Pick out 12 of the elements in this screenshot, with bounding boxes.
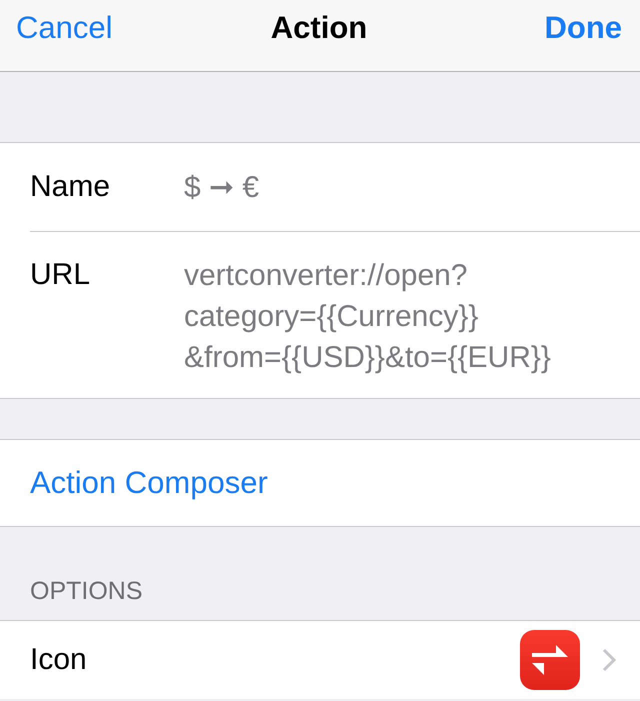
- cancel-button[interactable]: Cancel: [16, 10, 112, 46]
- option-label: Icon: [30, 643, 88, 677]
- field-label: Name: [30, 169, 112, 205]
- field-value[interactable]: vertconverter://open? category={{Currency}} &from={{USD}}&to={{EUR}}: [184, 255, 551, 378]
- section-header: OPTIONS: [29, 576, 144, 607]
- screen-title: Action: [270, 10, 368, 46]
- app-icon[interactable]: [520, 630, 580, 690]
- chevron-icon: [602, 648, 616, 672]
- field-value[interactable]: $ ➞ €: [184, 167, 260, 208]
- done-button[interactable]: Done: [544, 10, 622, 46]
- action-composer-link[interactable]: Action Composer: [0, 440, 640, 526]
- field-label: URL: [30, 257, 92, 293]
